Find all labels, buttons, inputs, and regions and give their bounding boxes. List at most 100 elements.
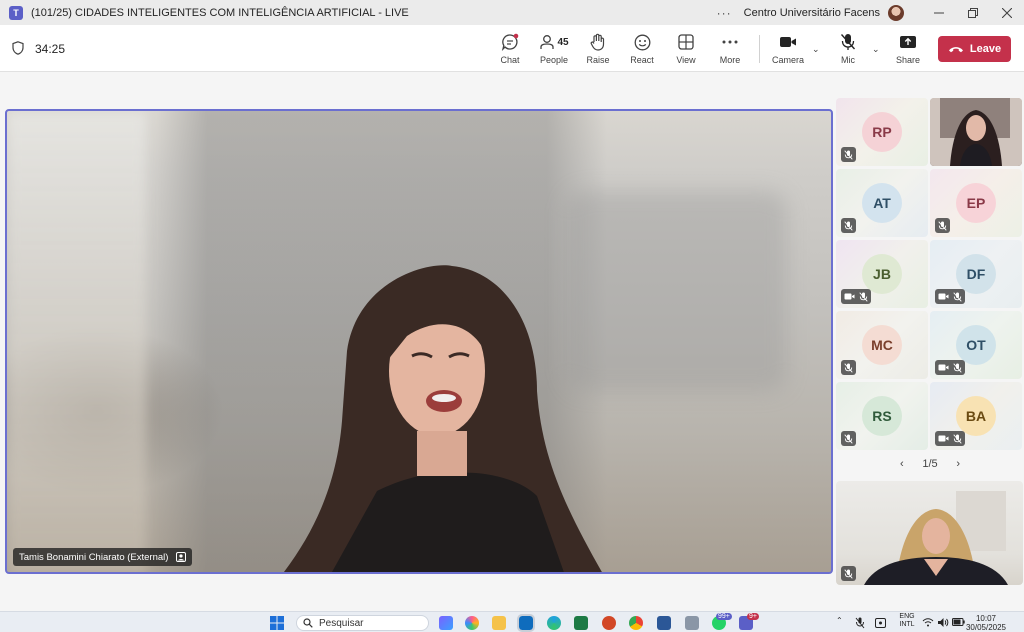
mic-off-icon xyxy=(953,362,962,373)
meeting-timer: 34:25 xyxy=(35,42,66,56)
raise-hand-button[interactable]: Raise xyxy=(576,32,620,65)
screen-person-icon xyxy=(176,552,187,562)
shield-icon[interactable] xyxy=(12,41,24,55)
mic-off-icon xyxy=(859,291,868,302)
edge-browser-icon[interactable] xyxy=(547,616,561,630)
windows-start-icon[interactable] xyxy=(270,616,284,630)
participant-tile[interactable]: JB xyxy=(836,240,928,308)
muted-badge xyxy=(841,218,856,233)
camera-off-icon xyxy=(938,364,949,371)
mic-off-icon xyxy=(953,291,962,302)
toolbar-divider xyxy=(759,35,760,63)
camera-off-icon xyxy=(938,435,949,442)
minimize-button[interactable] xyxy=(922,0,956,25)
taskbar-search[interactable]: Pesquisar xyxy=(296,615,429,631)
mic-button[interactable]: Mic xyxy=(826,32,870,65)
participant-tile[interactable]: DF xyxy=(930,240,1022,308)
camera-label: Camera xyxy=(771,55,804,65)
more-dots-icon xyxy=(722,40,738,44)
input-language-code: ENG xyxy=(899,613,915,620)
leave-button[interactable]: Leave xyxy=(938,36,1011,62)
previous-page-chevron-icon[interactable]: ‹ xyxy=(900,458,904,470)
camera-mic-off-badge xyxy=(935,431,965,446)
title-bar: T (101/25) CIDADES INTELIGENTES COM INTE… xyxy=(0,0,1024,25)
muted-badge xyxy=(841,360,856,375)
clock-date: 30/05/2025 xyxy=(965,623,1007,632)
mic-off-icon xyxy=(844,220,853,231)
word-icon[interactable] xyxy=(657,616,671,630)
mic-off-icon xyxy=(844,149,853,160)
chrome-icon[interactable] xyxy=(629,616,643,630)
next-page-chevron-icon[interactable]: › xyxy=(956,458,960,470)
account-avatar[interactable] xyxy=(888,4,904,21)
copilot-icon[interactable] xyxy=(465,616,479,630)
camera-off-icon xyxy=(844,293,855,300)
participant-tile[interactable]: BA xyxy=(930,382,1022,450)
outlook-icon[interactable] xyxy=(517,614,535,632)
camera-button[interactable]: Camera xyxy=(766,32,810,65)
speaker-person xyxy=(283,265,602,572)
participant-avatar: BA xyxy=(956,396,996,436)
wifi-icon[interactable] xyxy=(922,618,934,627)
mic-in-use-icon[interactable] xyxy=(855,617,865,629)
background-window-blur xyxy=(7,111,147,572)
main-speaker-video[interactable]: Tamis Bonamini Chiarato (External) xyxy=(5,109,833,574)
gallery-pager: ‹ 1/5 › xyxy=(900,458,960,470)
teams-logo-icon: T xyxy=(9,5,23,20)
participant-video-tile[interactable] xyxy=(930,98,1022,166)
react-button[interactable]: React xyxy=(620,32,664,65)
participant-tile[interactable]: MC xyxy=(836,311,928,379)
mic-off-icon xyxy=(844,433,853,444)
participant-tile[interactable]: AT xyxy=(836,169,928,237)
view-label: View xyxy=(676,55,696,65)
muted-badge xyxy=(841,147,856,162)
more-label: More xyxy=(719,55,741,65)
show-hidden-icons-chevron-icon[interactable]: ⌃ xyxy=(836,616,843,625)
people-button[interactable]: 45 People xyxy=(532,32,576,65)
mic-off-icon xyxy=(840,34,856,50)
file-explorer-icon[interactable] xyxy=(492,616,506,630)
windows-taskbar: Pesquisar 99+ 9+ ⌃ ENG INTL 10:07 30/05/… xyxy=(0,611,1024,632)
participant-avatar: JB xyxy=(862,254,902,294)
volume-icon[interactable] xyxy=(937,617,949,628)
participant-tile[interactable]: OT xyxy=(930,311,1022,379)
chat-label: Chat xyxy=(500,55,520,65)
restore-button[interactable] xyxy=(956,0,990,25)
view-grid-icon xyxy=(678,34,694,50)
clock-time: 10:07 xyxy=(975,614,997,623)
participant-avatar: RS xyxy=(862,396,902,436)
excel-icon[interactable] xyxy=(574,616,588,630)
meet-now-icon[interactable] xyxy=(875,618,886,628)
participant-tile[interactable]: RS xyxy=(836,382,928,450)
self-view-video[interactable] xyxy=(836,481,1023,585)
snipping-tool-icon[interactable] xyxy=(439,616,453,630)
participant-tile[interactable]: EP xyxy=(930,169,1022,237)
participant-avatar: EP xyxy=(956,183,996,223)
calculator-icon[interactable] xyxy=(685,616,699,630)
view-button[interactable]: View xyxy=(664,32,708,65)
search-icon xyxy=(303,618,313,628)
close-button[interactable] xyxy=(990,0,1024,25)
mic-off-icon xyxy=(938,220,947,231)
more-button[interactable]: More xyxy=(708,32,752,65)
minimize-icon xyxy=(934,12,944,13)
speaker-name-tag: Tamis Bonamini Chiarato (External) xyxy=(13,548,193,566)
mic-off-icon xyxy=(844,568,853,579)
search-placeholder: Pesquisar xyxy=(319,617,364,629)
mic-options-chevron-icon[interactable]: ⌄ xyxy=(872,44,880,55)
taskbar-clock[interactable]: 10:07 30/05/2025 xyxy=(956,614,1016,632)
powerpoint-icon[interactable] xyxy=(602,616,616,630)
people-count: 45 xyxy=(557,36,569,48)
input-language-layout: INTL xyxy=(899,621,915,628)
speaker-name: Tamis Bonamini Chiarato (External) xyxy=(19,551,169,563)
input-language[interactable]: ENG INTL xyxy=(897,613,917,629)
more-options-icon[interactable]: ··· xyxy=(717,6,732,20)
camera-mic-off-badge xyxy=(841,289,871,304)
participant-tile[interactable]: RP xyxy=(836,98,928,166)
muted-badge xyxy=(935,218,950,233)
window-title: (101/25) CIDADES INTELIGENTES COM INTELI… xyxy=(31,6,409,19)
chat-button[interactable]: Chat xyxy=(488,32,532,65)
camera-options-chevron-icon[interactable]: ⌄ xyxy=(812,44,820,55)
share-button[interactable]: Share xyxy=(886,32,930,65)
people-label: People xyxy=(539,55,569,65)
